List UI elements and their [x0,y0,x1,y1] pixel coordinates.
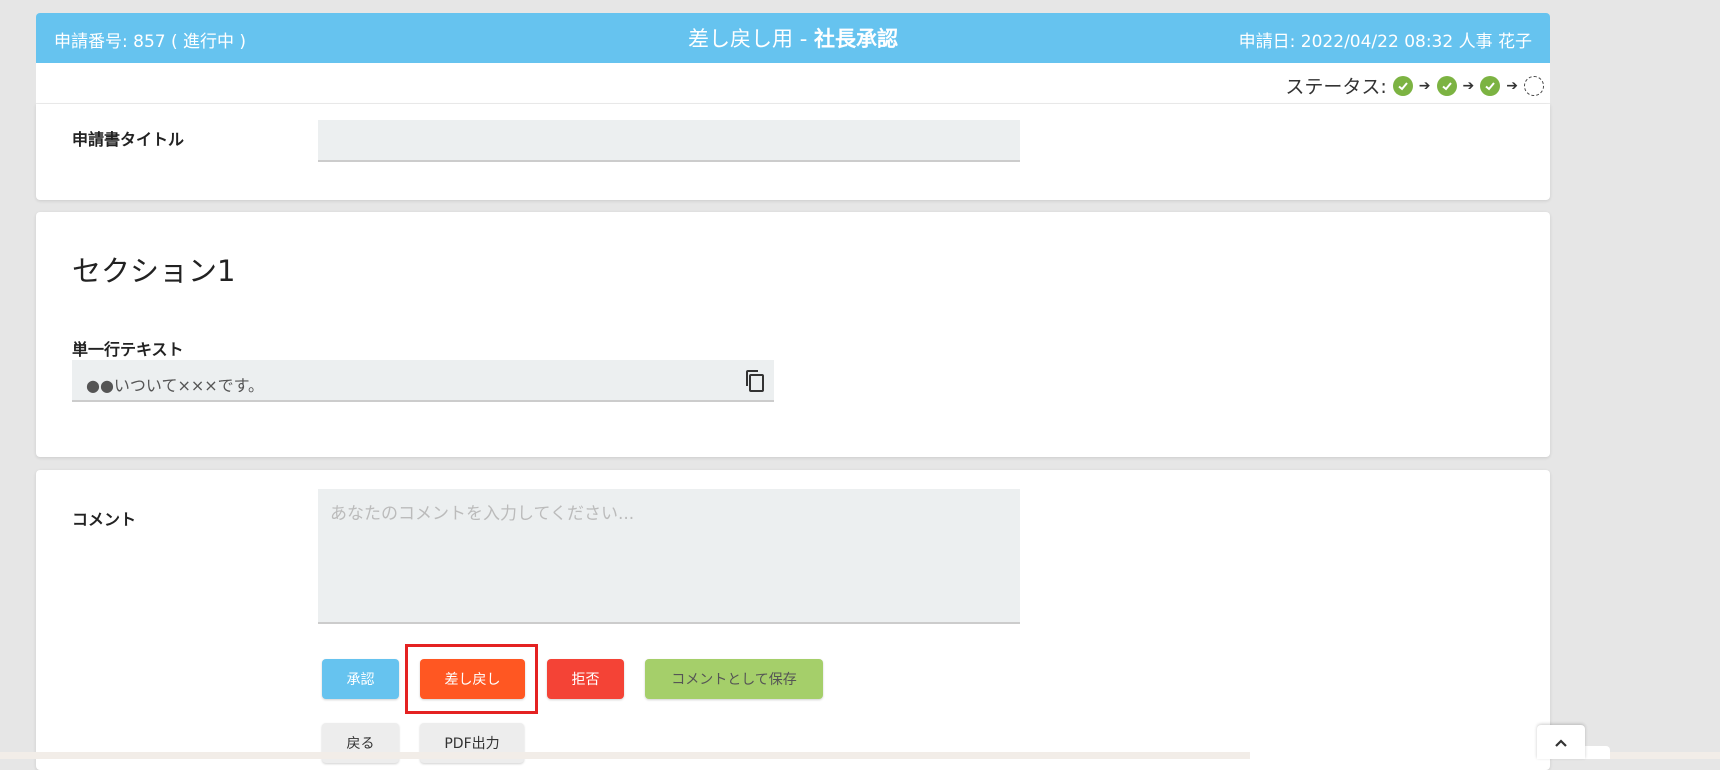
page-title-prefix: 差し戻し用 - [688,27,814,51]
request-date-user: 申請日: 2022/04/22 08:32 人事 花子 [1238,32,1532,52]
arrow-right-icon: ➔ [1462,77,1475,94]
return-button[interactable]: 差し戻し [420,659,525,699]
status-label: ステータス: [1285,76,1387,98]
page-title-step: 社長承認 [813,27,898,51]
scroll-top-button[interactable] [1537,725,1585,759]
arrow-right-icon: ➔ [1418,77,1431,94]
section-card: セクション1 単一行テキスト ●●いついて×××です。 [36,212,1550,457]
comment-card: コメント あなたのコメントを入力してください... [36,470,1550,770]
comment-label: コメント [72,510,137,529]
pending-circle-icon [1524,75,1544,96]
status-bar: ステータス: ➔ ➔ ➔ [36,63,1550,104]
field-label: 単一行テキスト [72,340,184,359]
check-icon [1392,75,1413,96]
title-label: 申請書タイトル [72,130,185,149]
app-header: 申請番号: 857 ( 進行中 ) 差し戻し用 - 社長承認 申請日: 2022… [36,13,1550,63]
save-comment-button[interactable]: コメントとして保存 [645,659,823,699]
title-input[interactable] [318,120,1020,162]
arrow-right-icon: ➔ [1506,77,1518,94]
approve-button[interactable]: 承認 [322,659,399,699]
single-line-text-field[interactable]: ●●いついて×××です。 [72,360,774,402]
check-icon [1436,75,1457,96]
section-title: セクション1 [72,254,236,288]
chevron-up-icon [1554,733,1568,752]
comment-textarea[interactable]: あなたのコメントを入力してください... [318,489,1020,624]
reject-button[interactable]: 拒否 [547,659,624,699]
copy-icon[interactable] [744,369,766,393]
check-icon [1480,75,1501,96]
status-steps: ステータス: ➔ ➔ ➔ [1285,72,1544,99]
comment-placeholder: あなたのコメントを入力してください... [330,504,635,524]
field-value: ●●いついて×××です。 [86,376,265,395]
title-card: 申請書タイトル [36,104,1550,200]
